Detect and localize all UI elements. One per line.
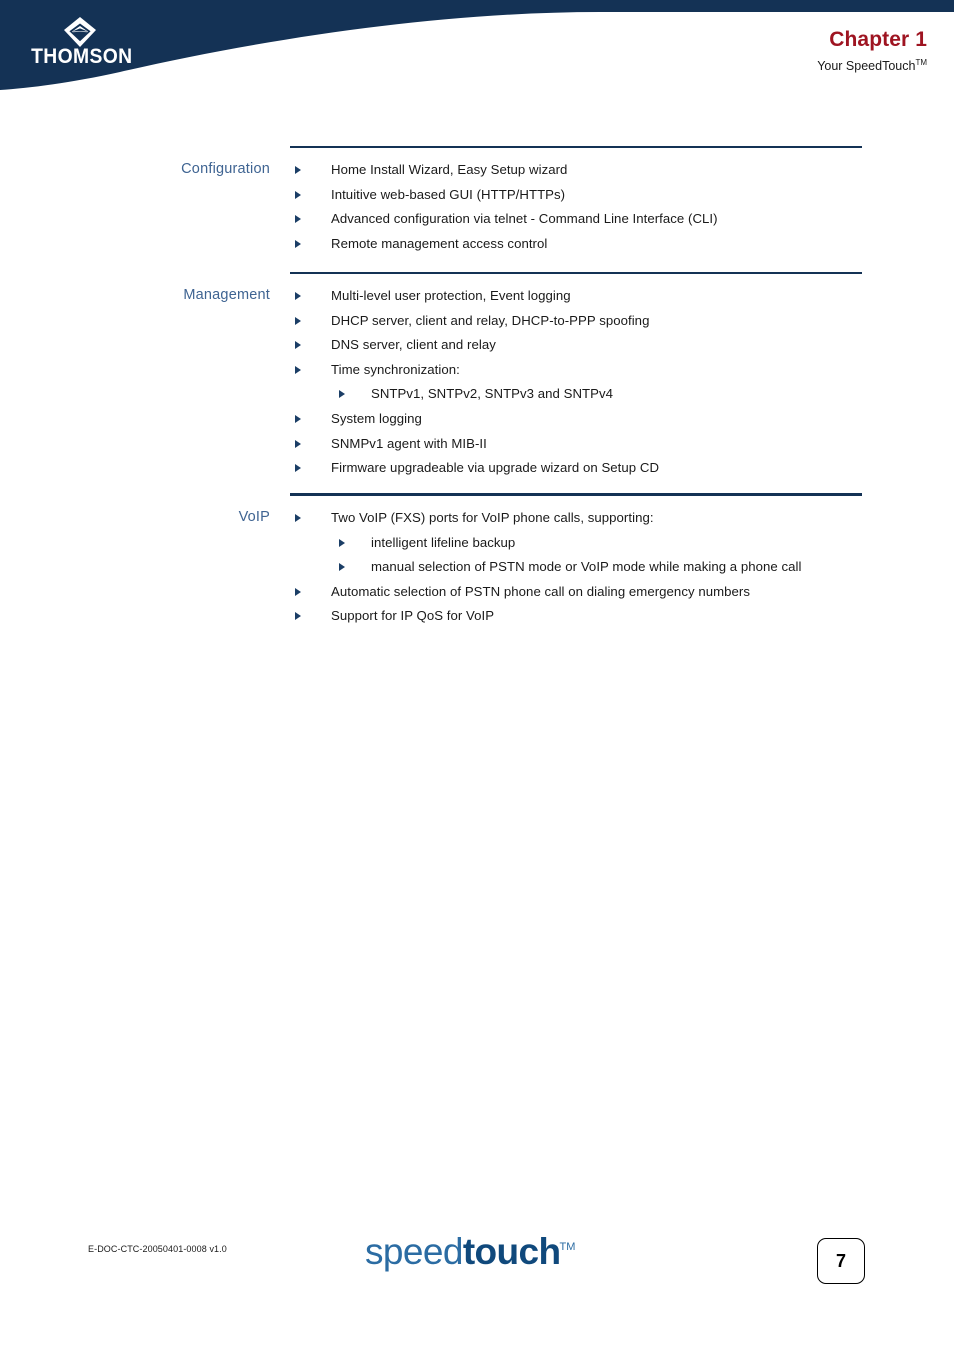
list-item-label: Automatic selection of PSTN phone call o…: [331, 583, 750, 599]
triangle-bullet-icon: [295, 166, 301, 174]
list-item-label: manual selection of PSTN mode or VoIP mo…: [371, 559, 802, 575]
section-divider-rule: [290, 272, 862, 274]
list-item: Multi-level user protection, Event loggi…: [290, 284, 890, 309]
speedtouch-trademark-symbol: TM: [559, 1240, 576, 1253]
list-item: manual selection of PSTN mode or VoIP mo…: [290, 555, 890, 580]
section-divider-rule: [290, 493, 862, 496]
feature-list: Home Install Wizard, Easy Setup wizard In…: [290, 158, 890, 256]
triangle-bullet-icon: [295, 439, 301, 448]
list-item-label: System logging: [331, 410, 422, 426]
list-item-label: Support for IP QoS for VoIP: [331, 608, 495, 624]
list-item-label: Two VoIP (FXS) ports for VoIP phone call…: [331, 510, 654, 525]
list-item-label: Remote management access control: [331, 235, 548, 251]
triangle-bullet-icon: [339, 390, 345, 399]
triangle-bullet-icon: [339, 563, 345, 572]
list-item: Remote management access control: [290, 232, 890, 257]
list-item-label: intelligent lifeline backup: [371, 534, 516, 550]
triangle-bullet-icon: [295, 239, 301, 248]
speedtouch-logo-speed: speed: [365, 1231, 463, 1272]
list-item: Two VoIP (FXS) ports for VoIP phone call…: [290, 506, 890, 531]
page-number-box: 7: [817, 1238, 865, 1284]
triangle-bullet-icon: [295, 190, 301, 199]
list-item-label: Firmware upgradeable via upgrade wizard …: [331, 460, 660, 476]
list-item: DHCP server, client and relay, DHCP-to-P…: [290, 309, 890, 334]
page-number: 7: [835, 1251, 846, 1271]
triangle-bullet-icon: [295, 414, 301, 423]
triangle-bullet-icon: [295, 612, 301, 621]
thomson-wordmark: THOMSON: [31, 45, 133, 68]
feature-list: Two VoIP (FXS) ports for VoIP phone call…: [290, 506, 890, 629]
speedtouch-logo-touch: touch: [462, 1231, 561, 1272]
page-footer: E-DOC-CTC-20050401-0008 v1.0 speedtouchT…: [0, 1230, 954, 1300]
triangle-bullet-icon: [295, 215, 301, 224]
page-header: THOMSON Chapter 1 Your SpeedTouchTM: [0, 0, 954, 92]
list-item: SNTPv1, SNTPv2, SNTPv3 and SNTPv4: [290, 382, 890, 407]
list-item-label: SNMPv1 agent with MIB-II: [331, 435, 487, 451]
speedtouch-logo: speedtouchTM: [365, 1230, 576, 1282]
triangle-bullet-icon: [295, 514, 301, 522]
triangle-bullet-icon: [295, 316, 301, 325]
section-label: VoIP: [238, 509, 270, 525]
list-item-label: Intuitive web-based GUI (HTTP/HTTPs): [331, 186, 566, 202]
triangle-bullet-icon: [295, 587, 301, 596]
triangle-bullet-icon: [295, 365, 301, 374]
triangle-bullet-icon: [295, 464, 301, 473]
chapter-subtitle-text: Your SpeedTouch: [817, 59, 916, 74]
list-item: intelligent lifeline backup: [290, 531, 890, 556]
trademark-symbol: TM: [915, 58, 927, 67]
list-item: Automatic selection of PSTN phone call o…: [290, 580, 890, 605]
chapter-title: Chapter 1: [829, 28, 927, 51]
list-item: Firmware upgradeable via upgrade wizard …: [290, 456, 890, 481]
chapter-subtitle: Your SpeedTouchTM: [817, 54, 927, 75]
list-item: Support for IP QoS for VoIP: [290, 604, 890, 629]
list-item-label: Home Install Wizard, Easy Setup wizard: [331, 162, 568, 177]
list-item-label: SNTPv1, SNTPv2, SNTPv3 and SNTPv4: [371, 386, 614, 402]
triangle-bullet-icon: [295, 341, 301, 350]
list-item: System logging: [290, 407, 890, 432]
section-label: Configuration: [181, 161, 270, 177]
list-item: Intuitive web-based GUI (HTTP/HTTPs): [290, 183, 890, 208]
thomson-diamond-icon: [64, 17, 96, 47]
list-item: SNMPv1 agent with MIB-II: [290, 432, 890, 457]
list-item-label: Time synchronization:: [331, 361, 460, 377]
list-item: Time synchronization:: [290, 358, 890, 383]
list-item: Home Install Wizard, Easy Setup wizard: [290, 158, 890, 183]
section-divider-rule: [290, 146, 862, 148]
document-code: E-DOC-CTC-20050401-0008 v1.0: [88, 1244, 227, 1254]
chapter-heading-block: Chapter 1 Your SpeedTouchTM: [817, 28, 927, 75]
list-item: Advanced configuration via telnet - Comm…: [290, 207, 890, 232]
list-item-label: Advanced configuration via telnet - Comm…: [331, 211, 718, 227]
triangle-bullet-icon: [339, 538, 345, 547]
list-item-label: DHCP server, client and relay, DHCP-to-P…: [331, 312, 650, 328]
list-item-label: DNS server, client and relay: [331, 337, 496, 353]
triangle-bullet-icon: [295, 292, 301, 300]
list-item-label: Multi-level user protection, Event loggi…: [331, 288, 571, 303]
feature-list: Multi-level user protection, Event loggi…: [290, 284, 890, 481]
thomson-logo: THOMSON: [22, 16, 152, 68]
list-item: DNS server, client and relay: [290, 333, 890, 358]
section-label: Management: [183, 287, 270, 303]
